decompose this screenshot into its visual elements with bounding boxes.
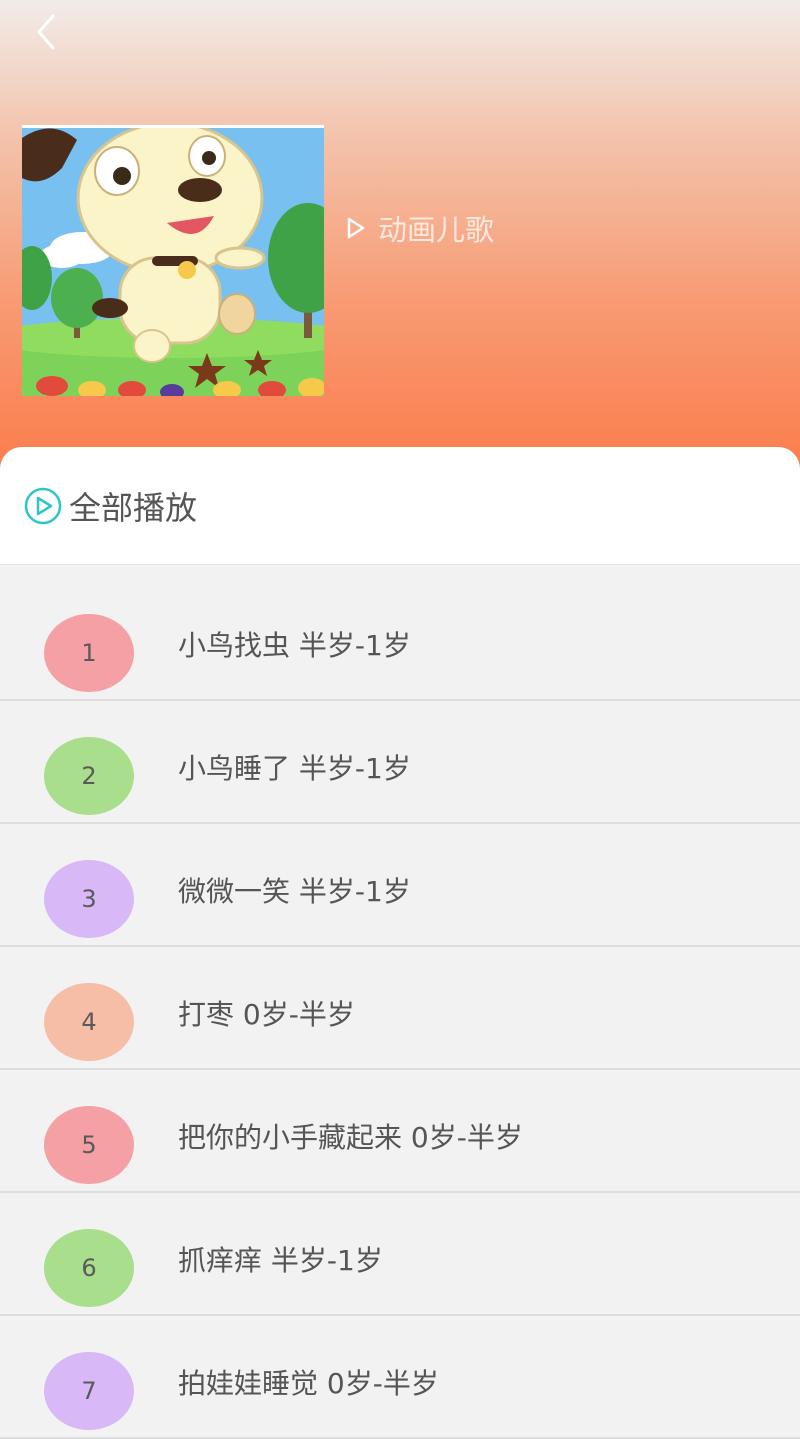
play-all-button[interactable]: 全部播放 xyxy=(23,483,197,529)
song-number-badge: 1 xyxy=(44,614,134,692)
song-title: 打枣 0岁-半岁 xyxy=(178,998,355,1031)
song-title: 小鸟找虫 半岁-1岁 xyxy=(178,629,411,662)
category-tag[interactable]: 动画儿歌 xyxy=(346,208,494,248)
song-row[interactable]: 7 拍娃娃睡觉 0岁-半岁 xyxy=(0,1316,800,1439)
song-title: 小鸟睡了 半岁-1岁 xyxy=(178,752,411,785)
song-title: 把你的小手藏起来 0岁-半岁 xyxy=(178,1121,523,1154)
back-button[interactable] xyxy=(22,8,70,56)
song-row[interactable]: 1 小鸟找虫 半岁-1岁 xyxy=(0,566,800,701)
song-title: 微微一笑 半岁-1岁 xyxy=(178,875,411,908)
song-title: 抓痒痒 半岁-1岁 xyxy=(178,1244,383,1277)
album-header: 动画儿歌 xyxy=(0,0,800,470)
song-number-badge: 4 xyxy=(44,983,134,1061)
song-row[interactable]: 3 微微一笑 半岁-1岁 xyxy=(0,824,800,947)
song-number-badge: 5 xyxy=(44,1106,134,1184)
song-row[interactable]: 2 小鸟睡了 半岁-1岁 xyxy=(0,701,800,824)
song-row[interactable]: 6 抓痒痒 半岁-1岁 xyxy=(0,1193,800,1316)
song-number-badge: 2 xyxy=(44,737,134,815)
song-row[interactable]: 4 打枣 0岁-半岁 xyxy=(0,947,800,1070)
song-number-badge: 7 xyxy=(44,1352,134,1430)
chevron-left-icon xyxy=(37,14,55,50)
play-circle-icon xyxy=(24,487,62,524)
category-label: 动画儿歌 xyxy=(378,213,495,247)
play-triangle-icon xyxy=(347,217,365,239)
play-all-bar: 全部播放 xyxy=(0,447,800,565)
song-number-badge: 3 xyxy=(44,860,134,938)
song-title: 拍娃娃睡觉 0岁-半岁 xyxy=(178,1367,439,1400)
song-row[interactable]: 5 把你的小手藏起来 0岁-半岁 xyxy=(0,1070,800,1193)
song-list: 1 小鸟找虫 半岁-1岁 2 小鸟睡了 半岁-1岁 3 微微一笑 半岁-1岁 4… xyxy=(0,566,800,1439)
album-cover-image xyxy=(22,125,324,396)
play-all-label: 全部播放 xyxy=(69,488,198,527)
song-number-badge: 6 xyxy=(44,1229,134,1307)
